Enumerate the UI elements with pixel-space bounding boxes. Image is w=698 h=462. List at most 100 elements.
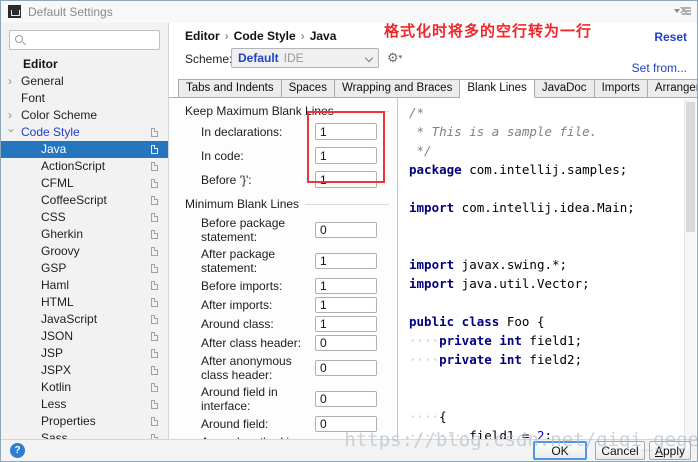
search-input[interactable]: [28, 32, 156, 48]
chevron-down-icon[interactable]: ›: [3, 129, 20, 139]
settings-row: Before package statement:: [201, 216, 389, 244]
tab-arrangement[interactable]: Arrangement: [647, 79, 697, 98]
sidebar-item-javascript[interactable]: JavaScript: [1, 311, 168, 328]
gear-icon[interactable]: ⚙▾: [387, 50, 402, 66]
sidebar-item-css[interactable]: CSS: [1, 209, 168, 226]
sidebar-item-coffeescript[interactable]: CoffeeScript: [1, 192, 168, 209]
settings-input-around-field-in-interface[interactable]: [315, 391, 377, 407]
red-annotation-text: 格式化时将多的空行转为一行: [384, 23, 593, 40]
help-button[interactable]: ?: [10, 443, 25, 458]
sidebar-item-gsp[interactable]: GSP: [1, 260, 168, 277]
sidebar-item-label: Kotlin: [41, 380, 72, 394]
settings-input-before-package-statement[interactable]: [315, 222, 377, 238]
sidebar-item-label: Font: [21, 91, 46, 105]
sidebar-item-jsp[interactable]: JSP: [1, 345, 168, 362]
code-segment: */: [409, 143, 432, 158]
tab-imports[interactable]: Imports: [594, 79, 648, 98]
settings-row: Around field in interface:: [201, 385, 389, 413]
settings-input-in-declarations[interactable]: [315, 123, 377, 140]
settings-input-around-class[interactable]: [315, 316, 377, 332]
tab-spaces[interactable]: Spaces: [281, 79, 335, 98]
sidebar-item-label: JSON: [41, 329, 74, 343]
breadcrumb-item-editor[interactable]: Editor: [185, 29, 220, 43]
search-box[interactable]: [9, 30, 160, 50]
tab-list-icon[interactable]: [674, 6, 692, 16]
tab-javadoc[interactable]: JavaDoc: [534, 79, 595, 98]
page-icon: [151, 247, 158, 256]
sidebar-item-properties[interactable]: Properties: [1, 413, 168, 430]
sidebar-item-haml[interactable]: Haml: [1, 277, 168, 294]
sidebar-item-code-style[interactable]: › Code Style: [1, 124, 168, 141]
code-line: import javax.swing.*;: [409, 255, 683, 274]
preview-scrollbar[interactable]: [684, 99, 696, 439]
code-preview-panel: /* * This is a sample file. */ package co…: [399, 98, 697, 439]
sidebar-item-general[interactable]: › General: [1, 73, 168, 90]
sidebar-item-less[interactable]: Less: [1, 396, 168, 413]
settings-label: After class header:: [201, 336, 302, 350]
breadcrumb-item-java[interactable]: Java: [310, 29, 337, 43]
settings-input-after-imports[interactable]: [315, 297, 377, 313]
ok-button-label: OK: [551, 443, 569, 458]
sidebar-item-gherkin[interactable]: Gherkin: [1, 226, 168, 243]
cancel-button[interactable]: Cancel: [595, 441, 645, 460]
settings-input-in-code[interactable]: [315, 147, 377, 164]
page-icon: [151, 366, 158, 375]
settings-label: In code:: [201, 148, 244, 163]
code-segment: com.intellij.samples;: [461, 162, 628, 177]
group-rows: In declarations: In code: Before '}':: [201, 123, 389, 188]
tab-blank-lines[interactable]: Blank Lines: [460, 79, 535, 98]
settings-input-after-class-header[interactable]: [315, 335, 377, 351]
settings-row: In declarations:: [201, 123, 389, 140]
reset-link[interactable]: Reset: [654, 30, 687, 44]
sidebar-item-java[interactable]: Java: [1, 141, 168, 158]
chevron-right-icon[interactable]: ›: [8, 73, 18, 90]
sidebar-item-kotlin[interactable]: Kotlin: [1, 379, 168, 396]
sidebar-item-json[interactable]: JSON: [1, 328, 168, 345]
page-icon: [151, 349, 158, 358]
settings-label: Around field:: [201, 417, 269, 431]
code-segment: com.intellij.idea.Main;: [454, 200, 635, 215]
code-line: * This is a sample file.: [409, 122, 683, 141]
settings-input-around-field[interactable]: [315, 416, 377, 432]
sidebar-item-html[interactable]: HTML: [1, 294, 168, 311]
settings-row: Around class:: [201, 316, 389, 332]
set-from-link[interactable]: Set from...: [632, 61, 687, 75]
settings-input-before-imports[interactable]: [315, 278, 377, 294]
code-segment: ····: [409, 333, 440, 348]
default-settings-window: Default Settings × Editor › General Font › C…: [0, 0, 698, 462]
code-style-tab-bar: Tabs and Indents Spaces Wrapping and Brace…: [169, 79, 697, 98]
settings-input-after-package-statement[interactable]: [315, 253, 377, 269]
settings-row: Before '}':: [201, 171, 389, 188]
apply-button-label: Apply: [654, 443, 686, 458]
sidebar-item-label: Sass: [41, 431, 68, 439]
page-icon: [151, 162, 158, 171]
sidebar-item-jspx[interactable]: JSPX: [1, 362, 168, 379]
group-rows: Before package statement: After package s…: [201, 216, 389, 439]
sidebar-item-actionscript[interactable]: ActionScript: [1, 158, 168, 175]
apply-button[interactable]: Apply: [649, 441, 691, 460]
chevron-right-icon[interactable]: ›: [8, 107, 18, 124]
preview-scrollbar-thumb[interactable]: [686, 102, 695, 232]
code-line: */: [409, 141, 683, 160]
code-line: ····private int field1;: [409, 331, 683, 350]
tab-wrapping-and-braces[interactable]: Wrapping and Braces: [334, 79, 461, 98]
breadcrumb-item-code-style[interactable]: Code Style: [234, 29, 296, 43]
code-segment: private int: [439, 352, 522, 367]
sidebar-item-label: CFML: [41, 176, 74, 190]
ok-button[interactable]: OK: [533, 441, 587, 460]
code-segment: /*: [409, 105, 425, 120]
page-icon: [151, 128, 158, 137]
settings-input-after-anonymous-class-header[interactable]: [315, 360, 377, 376]
breadcrumb-separator: ›: [224, 29, 229, 43]
scheme-dropdown[interactable]: Default IDE: [231, 48, 379, 68]
scheme-suffix: IDE: [283, 51, 304, 65]
sidebar-item-cfml[interactable]: CFML: [1, 175, 168, 192]
settings-input-before[interactable]: [315, 171, 377, 188]
sidebar-item-sass[interactable]: Sass: [1, 430, 168, 439]
sidebar-item-font[interactable]: Font: [1, 90, 168, 107]
tab-tabs-and-indents[interactable]: Tabs and Indents: [178, 79, 282, 98]
code-line: /*: [409, 103, 683, 122]
sidebar-item-color-scheme[interactable]: › Color Scheme: [1, 107, 168, 124]
sidebar-item-groovy[interactable]: Groovy: [1, 243, 168, 260]
code-segment: ;: [544, 428, 553, 439]
